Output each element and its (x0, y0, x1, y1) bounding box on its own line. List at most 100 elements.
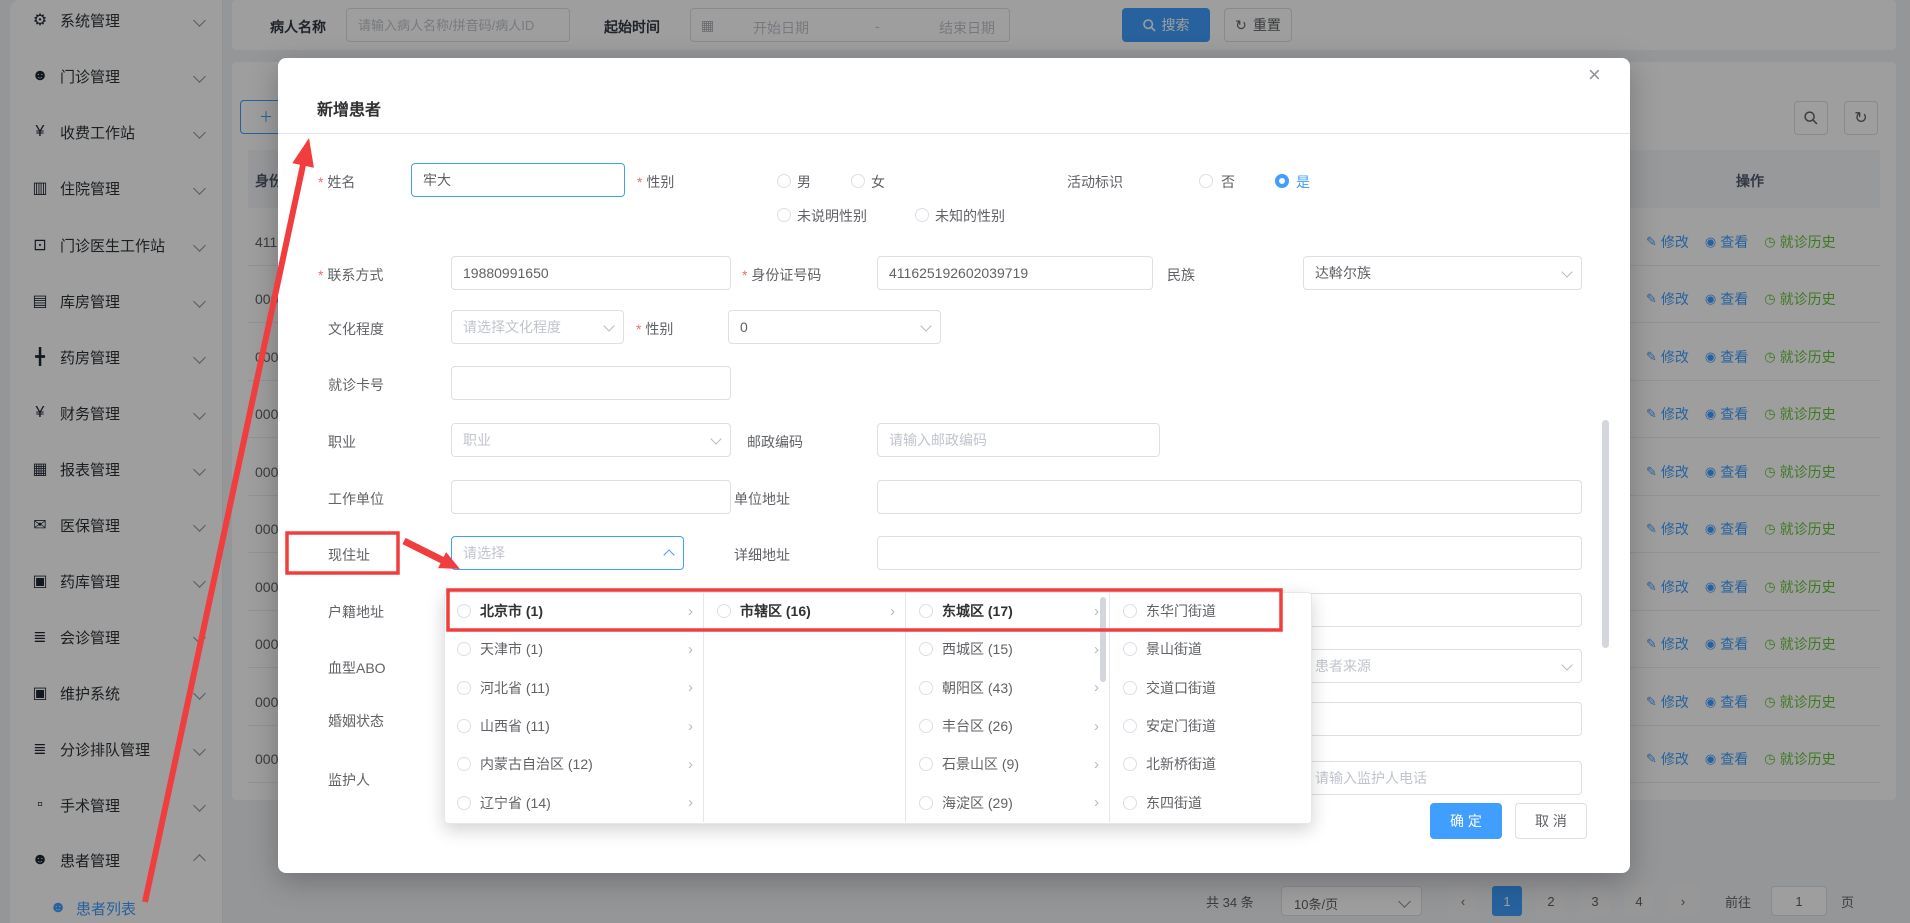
active-no-radio[interactable] (1199, 174, 1213, 188)
id-number-input[interactable] (877, 256, 1153, 290)
chevron-down-icon (710, 433, 721, 444)
radio-icon[interactable] (919, 642, 933, 656)
education-label: 文化程度 (328, 319, 384, 339)
ethnicity-value: 达斡尔族 (1315, 263, 1371, 283)
chevron-right-icon: › (688, 603, 693, 620)
current-address-cascader[interactable]: 请选择 (451, 536, 684, 570)
occupation-placeholder: 职业 (463, 430, 491, 450)
employer-label: 工作单位 (328, 489, 384, 509)
name-label: 姓名 (318, 172, 355, 192)
radio-icon[interactable] (717, 604, 731, 618)
chevron-right-icon: › (688, 679, 693, 696)
radio-icon[interactable] (1123, 642, 1137, 656)
cascader-option-jingshan[interactable]: 景山街道 (1110, 630, 1310, 668)
active-yes-label[interactable]: 是 (1296, 172, 1310, 192)
radio-icon[interactable] (919, 757, 933, 771)
cascader-option-shixiaqu[interactable]: 市辖区 (16)› (704, 592, 905, 630)
card-no-input[interactable] (451, 366, 731, 400)
gender-unspecified-radio[interactable] (777, 208, 791, 222)
active-yes-radio[interactable] (1275, 174, 1289, 188)
occupation-label: 职业 (328, 432, 356, 452)
cascader-option-liaoning[interactable]: 辽宁省 (14)› (444, 783, 703, 821)
cancel-button[interactable]: 取 消 (1515, 803, 1587, 839)
patient-source-placeholder: 患者来源 (1315, 656, 1371, 676)
cascader-option-dongsi[interactable]: 东四街道 (1110, 783, 1310, 821)
patient-source-select[interactable]: 患者来源 (1303, 649, 1582, 683)
radio-icon[interactable] (919, 604, 933, 618)
radio-icon[interactable] (1123, 796, 1137, 810)
cascader-option-neimenggu[interactable]: 内蒙古自治区 (12)› (444, 745, 703, 783)
employer-address-input[interactable] (877, 480, 1582, 514)
gender-unknown-radio[interactable] (915, 208, 929, 222)
modal-title: 新增患者 (317, 96, 381, 120)
chevron-right-icon: › (688, 641, 693, 658)
name-input[interactable] (411, 163, 625, 197)
radio-icon[interactable] (457, 719, 471, 733)
cascader-option-haidian[interactable]: 海淀区 (29)› (906, 783, 1109, 821)
chevron-right-icon: › (1094, 718, 1099, 735)
cascader-column-province: 北京市 (1)› 天津市 (1)› 河北省 (11)› 山西省 (11)› 内蒙… (444, 592, 704, 822)
marital-extra-input[interactable] (1303, 702, 1582, 736)
gender-male-label[interactable]: 男 (797, 172, 811, 192)
chevron-down-icon (603, 320, 614, 331)
radio-icon[interactable] (457, 757, 471, 771)
cascader-scrollbar[interactable] (1100, 597, 1106, 682)
cascader-option-shanxi[interactable]: 山西省 (11)› (444, 707, 703, 745)
cascader-option-jiaodaokou[interactable]: 交道口街道 (1110, 669, 1310, 707)
chevron-right-icon: › (688, 718, 693, 735)
contact-label: 联系方式 (318, 265, 383, 285)
ethnicity-select[interactable]: 达斡尔族 (1303, 256, 1582, 290)
gender-male-radio[interactable] (777, 174, 791, 188)
radio-icon[interactable] (1123, 604, 1137, 618)
cascader-option-xicheng[interactable]: 西城区 (15)› (906, 630, 1109, 668)
confirm-button[interactable]: 确 定 (1430, 803, 1502, 839)
cascader-option-andingmen[interactable]: 安定门街道 (1110, 707, 1310, 745)
cascader-option-beixinqiao[interactable]: 北新桥街道 (1110, 745, 1310, 783)
chevron-down-icon (1561, 659, 1572, 670)
cascader-option-hebei[interactable]: 河北省 (11)› (444, 669, 703, 707)
radio-icon[interactable] (919, 796, 933, 810)
radio-icon[interactable] (919, 681, 933, 695)
cascader-option-fengtai[interactable]: 丰台区 (26)› (906, 707, 1109, 745)
contact-input[interactable] (451, 256, 731, 290)
blood-type-label: 血型ABO (328, 658, 386, 678)
gender-code-select[interactable]: 0 (728, 310, 941, 344)
employer-address-label: 单位地址 (734, 489, 790, 509)
ethnicity-label: 民族 (1167, 265, 1195, 285)
cascader-option-beijing[interactable]: 北京市 (1)› (444, 592, 703, 630)
chevron-down-icon (1561, 266, 1572, 277)
radio-icon[interactable] (457, 796, 471, 810)
postal-code-input[interactable] (877, 423, 1160, 457)
education-select[interactable]: 请选择文化程度 (451, 310, 624, 344)
gender-code-value: 0 (740, 319, 748, 335)
radio-icon[interactable] (457, 604, 471, 618)
cascader-option-shijingshan[interactable]: 石景山区 (9)› (906, 745, 1109, 783)
gender-female-label[interactable]: 女 (871, 172, 885, 192)
occupation-select[interactable]: 职业 (451, 423, 731, 457)
education-placeholder: 请选择文化程度 (463, 317, 561, 337)
detail-address-input[interactable] (877, 536, 1582, 570)
chevron-right-icon: › (1094, 756, 1099, 773)
modal-scrollbar[interactable] (1602, 420, 1609, 648)
radio-icon[interactable] (1123, 681, 1137, 695)
chevron-right-icon: › (688, 756, 693, 773)
gender-unspecified-label[interactable]: 未说明性别 (797, 206, 867, 226)
radio-icon[interactable] (1123, 719, 1137, 733)
chevron-right-icon: › (1094, 794, 1099, 811)
guardian-phone-input[interactable] (1303, 761, 1582, 795)
radio-icon[interactable] (1123, 757, 1137, 771)
gender-female-radio[interactable] (851, 174, 865, 188)
radio-icon[interactable] (457, 681, 471, 695)
active-no-label[interactable]: 否 (1221, 172, 1235, 192)
cascader-option-dongcheng[interactable]: 东城区 (17)› (906, 592, 1109, 630)
cascader-option-chaoyang[interactable]: 朝阳区 (43)› (906, 669, 1109, 707)
radio-icon[interactable] (919, 719, 933, 733)
gender-code-label: 性别 (636, 319, 673, 339)
gender-unknown-label[interactable]: 未知的性别 (935, 206, 1005, 226)
employer-input[interactable] (451, 480, 731, 514)
cascader-option-donghuamen[interactable]: 东华门街道 (1110, 592, 1310, 630)
close-icon[interactable]: × (1588, 62, 1601, 88)
radio-icon[interactable] (457, 642, 471, 656)
cascader-option-tianjin[interactable]: 天津市 (1)› (444, 630, 703, 668)
marital-status-label: 婚姻状态 (328, 711, 384, 731)
